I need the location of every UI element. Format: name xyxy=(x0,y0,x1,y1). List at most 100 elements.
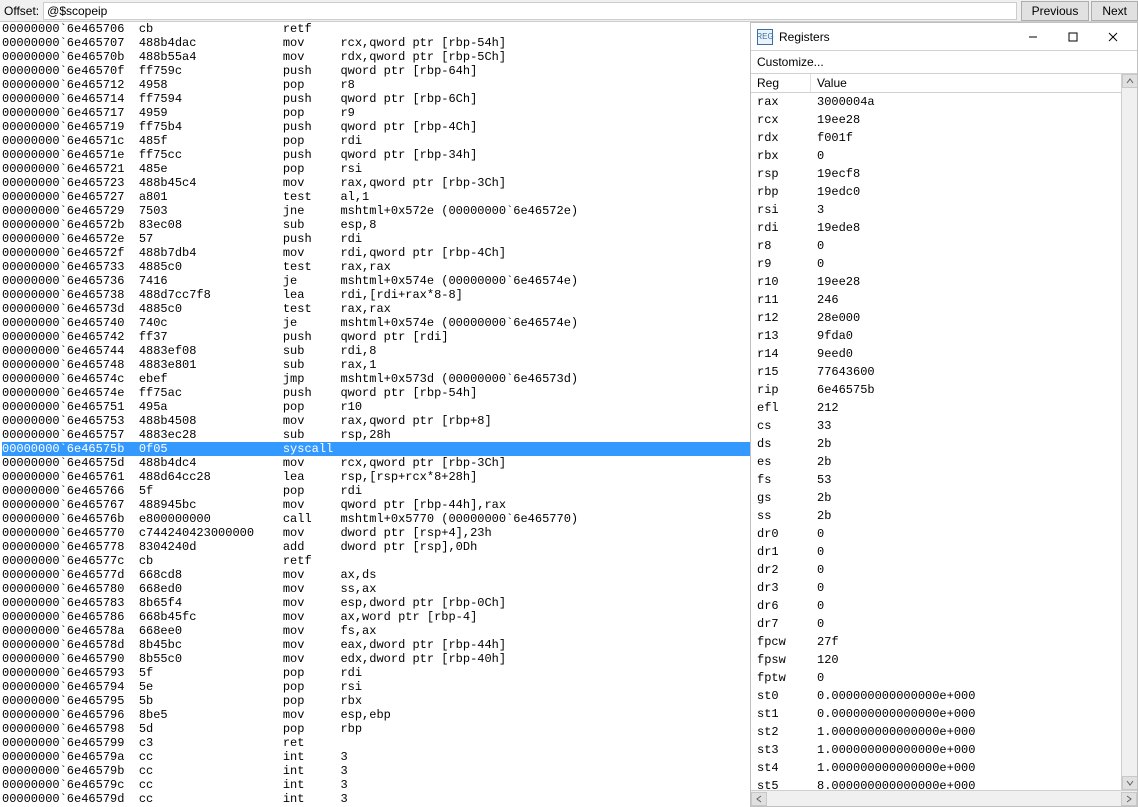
register-value[interactable]: 1.000000000000000e+000 xyxy=(811,723,1121,741)
register-row[interactable]: dr70 xyxy=(751,615,1121,633)
register-row[interactable]: ds2b xyxy=(751,435,1121,453)
register-value[interactable]: 8.000000000000000e+000 xyxy=(811,777,1121,790)
register-row[interactable]: dr10 xyxy=(751,543,1121,561)
register-value[interactable]: 2b xyxy=(811,507,1121,525)
register-row[interactable]: r11246 xyxy=(751,291,1121,309)
register-row[interactable]: efl212 xyxy=(751,399,1121,417)
register-value[interactable]: 3 xyxy=(811,201,1121,219)
register-row[interactable]: st0 0.000000000000000e+000 xyxy=(751,687,1121,705)
register-row[interactable]: rdi19ede8 xyxy=(751,219,1121,237)
register-row[interactable]: gs2b xyxy=(751,489,1121,507)
register-row[interactable]: dr30 xyxy=(751,579,1121,597)
register-value[interactable]: 0 xyxy=(811,561,1121,579)
register-value[interactable]: 0 xyxy=(811,579,1121,597)
register-row[interactable]: r149eed0 xyxy=(751,345,1121,363)
register-value[interactable]: 0.000000000000000e+000 xyxy=(811,687,1121,705)
register-value[interactable]: 19edc0 xyxy=(811,183,1121,201)
close-button[interactable] xyxy=(1093,25,1133,49)
register-value[interactable]: 28e000 xyxy=(811,309,1121,327)
register-value[interactable]: 6e46575b xyxy=(811,381,1121,399)
register-value[interactable]: 246 xyxy=(811,291,1121,309)
register-value[interactable]: 19ede8 xyxy=(811,219,1121,237)
customize-link[interactable]: Customize... xyxy=(751,51,1137,74)
register-value[interactable]: 0 xyxy=(811,669,1121,687)
register-row[interactable]: st1 0.000000000000000e+000 xyxy=(751,705,1121,723)
scroll-right-button[interactable] xyxy=(1121,792,1137,806)
register-value[interactable]: 9eed0 xyxy=(811,345,1121,363)
register-row[interactable]: ss2b xyxy=(751,507,1121,525)
maximize-button[interactable] xyxy=(1053,25,1093,49)
scroll-track-horizontal[interactable] xyxy=(767,792,1121,806)
register-value[interactable]: 77643600 xyxy=(811,363,1121,381)
register-value[interactable]: 3000004a xyxy=(811,93,1121,111)
register-value[interactable]: 1.000000000000000e+000 xyxy=(811,741,1121,759)
register-row[interactable]: st3 1.000000000000000e+000 xyxy=(751,741,1121,759)
next-button[interactable]: Next xyxy=(1091,1,1138,21)
scroll-left-button[interactable] xyxy=(751,792,767,806)
register-value[interactable]: 53 xyxy=(811,471,1121,489)
scroll-up-button[interactable] xyxy=(1122,74,1137,88)
column-value[interactable]: Value xyxy=(811,74,1137,92)
register-row[interactable]: rcx19ee28 xyxy=(751,111,1121,129)
register-value[interactable]: 0 xyxy=(811,147,1121,165)
previous-button[interactable]: Previous xyxy=(1021,1,1090,21)
register-row[interactable]: rdxf001f xyxy=(751,129,1121,147)
register-row[interactable]: dr60 xyxy=(751,597,1121,615)
registers-body[interactable]: rax3000004arcx19ee28rdxf001frbx0rsp19ecf… xyxy=(751,93,1137,790)
register-value[interactable]: 120 xyxy=(811,651,1121,669)
register-value[interactable]: 2b xyxy=(811,435,1121,453)
register-row[interactable]: r80 xyxy=(751,237,1121,255)
register-row[interactable]: rbp19edc0 xyxy=(751,183,1121,201)
register-row[interactable]: dr20 xyxy=(751,561,1121,579)
register-value[interactable]: 19ecf8 xyxy=(811,165,1121,183)
register-value[interactable]: 1.000000000000000e+000 xyxy=(811,759,1121,777)
register-row[interactable]: fpcw27f xyxy=(751,633,1121,651)
register-row[interactable]: rbx0 xyxy=(751,147,1121,165)
register-row[interactable]: fpsw120 xyxy=(751,651,1121,669)
scroll-down-button[interactable] xyxy=(1122,776,1137,790)
register-row[interactable]: r1019ee28 xyxy=(751,273,1121,291)
minimize-button[interactable] xyxy=(1013,25,1053,49)
register-value[interactable]: 27f xyxy=(811,633,1121,651)
register-value[interactable]: 0 xyxy=(811,543,1121,561)
register-row[interactable]: es2b xyxy=(751,453,1121,471)
register-value[interactable]: 0 xyxy=(811,615,1121,633)
register-row[interactable]: rsi3 xyxy=(751,201,1121,219)
register-row[interactable]: cs33 xyxy=(751,417,1121,435)
register-value[interactable]: 19ee28 xyxy=(811,273,1121,291)
register-row[interactable]: rsp19ecf8 xyxy=(751,165,1121,183)
register-name: dr2 xyxy=(751,561,811,579)
register-name: cs xyxy=(751,417,811,435)
registers-header[interactable]: Reg Value xyxy=(751,74,1137,93)
register-value[interactable]: 0 xyxy=(811,597,1121,615)
register-value[interactable]: 2b xyxy=(811,489,1121,507)
register-row[interactable]: dr00 xyxy=(751,525,1121,543)
register-row[interactable]: rip6e46575b xyxy=(751,381,1121,399)
register-row[interactable]: r1228e000 xyxy=(751,309,1121,327)
register-value[interactable]: 9fda0 xyxy=(811,327,1121,345)
register-row[interactable]: st2 1.000000000000000e+000 xyxy=(751,723,1121,741)
register-row[interactable]: rax3000004a xyxy=(751,93,1121,111)
vertical-scrollbar[interactable] xyxy=(1121,74,1137,790)
register-value[interactable]: 0 xyxy=(811,237,1121,255)
register-row[interactable]: r1577643600 xyxy=(751,363,1121,381)
register-row[interactable]: r90 xyxy=(751,255,1121,273)
register-row[interactable]: fs53 xyxy=(751,471,1121,489)
register-value[interactable]: 33 xyxy=(811,417,1121,435)
register-row[interactable]: st4 1.000000000000000e+000 xyxy=(751,759,1121,777)
register-row[interactable]: r139fda0 xyxy=(751,327,1121,345)
register-value[interactable]: f001f xyxy=(811,129,1121,147)
register-row[interactable]: st5 8.000000000000000e+000 xyxy=(751,777,1121,790)
offset-input[interactable] xyxy=(43,2,1016,20)
register-value[interactable]: 19ee28 xyxy=(811,111,1121,129)
register-value[interactable]: 0 xyxy=(811,525,1121,543)
register-value[interactable]: 0.000000000000000e+000 xyxy=(811,705,1121,723)
registers-titlebar[interactable]: REG Registers xyxy=(751,23,1137,51)
column-reg[interactable]: Reg xyxy=(751,74,811,92)
scroll-track-vertical[interactable] xyxy=(1122,88,1137,776)
register-value[interactable]: 2b xyxy=(811,453,1121,471)
register-value[interactable]: 212 xyxy=(811,399,1121,417)
register-value[interactable]: 0 xyxy=(811,255,1121,273)
horizontal-scrollbar[interactable] xyxy=(751,790,1137,806)
register-row[interactable]: fptw0 xyxy=(751,669,1121,687)
